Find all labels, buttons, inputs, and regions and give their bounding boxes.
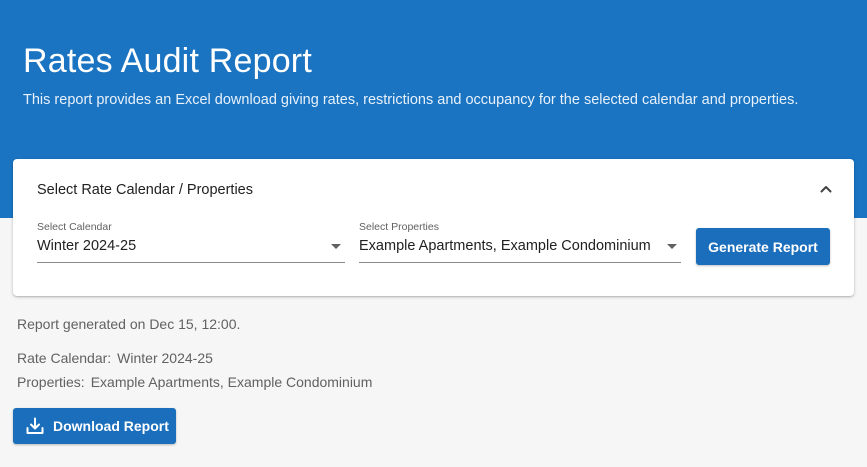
chevron-up-icon xyxy=(820,186,832,193)
collapse-button[interactable] xyxy=(816,179,836,199)
report-generated-text: Report generated on Dec 15, 12:00. xyxy=(17,316,241,332)
properties-select-value: Example Apartments, Example Condominium xyxy=(359,238,651,254)
download-report-label: Download Report xyxy=(53,418,169,434)
calendar-select[interactable]: Select Calendar Winter 2024-25 xyxy=(37,220,345,263)
properties-info: Properties: Example Apartments, Example C… xyxy=(17,374,372,390)
properties-value: Example Apartments, Example Condominium xyxy=(90,374,373,390)
calendar-select-value: Winter 2024-25 xyxy=(37,238,137,254)
calendar-select-label: Select Calendar xyxy=(37,221,112,233)
download-report-button[interactable]: Download Report xyxy=(13,408,176,444)
download-icon xyxy=(25,416,45,436)
rate-calendar-value: Winter 2024-25 xyxy=(117,350,213,366)
properties-select-label: Select Properties xyxy=(359,221,439,233)
rate-calendar-info: Rate Calendar: Winter 2024-25 xyxy=(17,350,213,366)
page-description: This report provides an Excel download g… xyxy=(23,92,799,108)
rate-calendar-label: Rate Calendar: xyxy=(17,350,112,366)
dropdown-arrow-icon xyxy=(331,244,341,249)
selection-card: Select Rate Calendar / Properties Select… xyxy=(13,159,854,296)
properties-label: Properties: xyxy=(17,374,85,390)
page-title: Rates Audit Report xyxy=(23,42,312,80)
dropdown-arrow-icon xyxy=(667,244,677,249)
properties-select[interactable]: Select Properties Example Apartments, Ex… xyxy=(359,220,681,263)
card-title: Select Rate Calendar / Properties xyxy=(37,182,253,198)
generate-report-button[interactable]: Generate Report xyxy=(696,228,830,265)
